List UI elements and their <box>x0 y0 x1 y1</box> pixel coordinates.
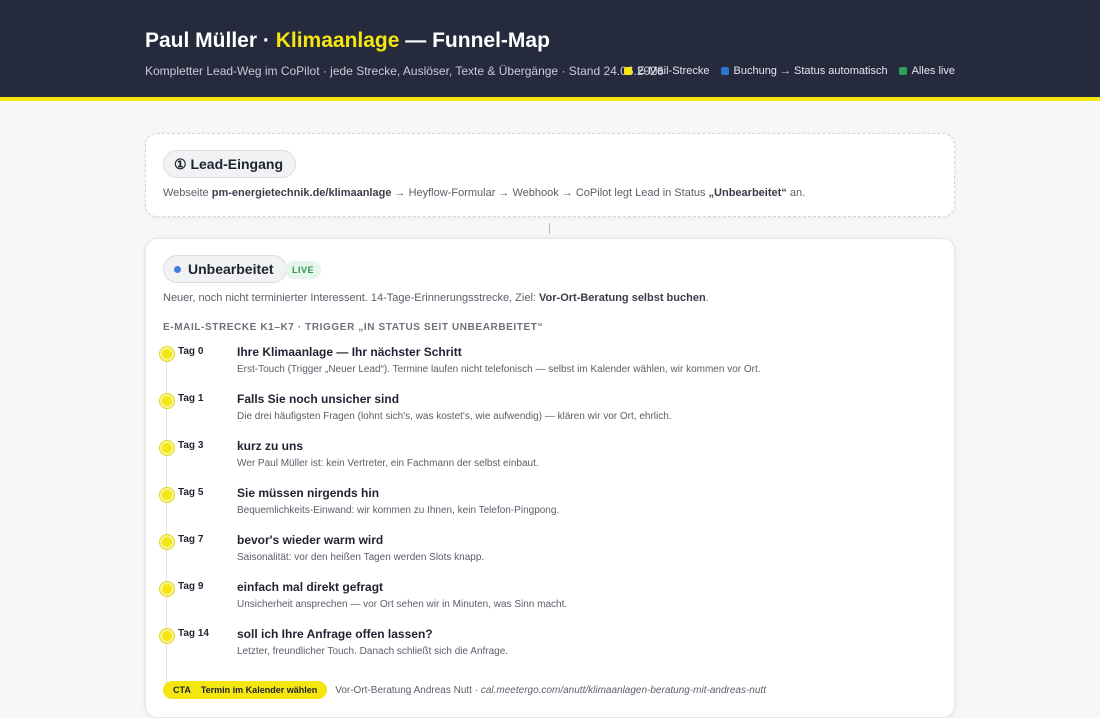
step-text: Saisonalität: vor den heißen Tagen werde… <box>237 552 485 563</box>
green-square-icon <box>898 67 907 75</box>
card-connector <box>549 223 550 234</box>
step-day: Tag 3 <box>178 440 204 451</box>
step-day: Tag 9 <box>178 581 204 592</box>
title-accent: Klimaanlage <box>275 29 400 52</box>
stage-title-label: Unbearbeitet <box>188 261 274 277</box>
step-text: Letzter, freundlicher Touch. Danach schl… <box>237 646 509 657</box>
legend-item-live: Alles live <box>898 65 955 77</box>
step-dot-icon <box>160 488 174 502</box>
sequence-label: E-MAIL-STRECKE K1–K7 · TRIGGER „IN STATU… <box>163 322 544 333</box>
timeline-step: Tag 14 soll ich Ihre Anfrage offen lasse… <box>160 625 943 669</box>
step-text: Die drei häufigsten Fragen (lohnt sich's… <box>237 411 672 422</box>
step-title: kurz zu uns <box>237 439 304 453</box>
step-day: Tag 5 <box>178 487 204 498</box>
step-title: soll ich Ihre Anfrage offen lassen? <box>237 627 433 641</box>
timeline-step: Tag 5 Sie müssen nirgends hin Bequemlich… <box>160 484 943 528</box>
lead-entry-card: ① Lead-Eingang Webseite pm-energietechni… <box>145 133 955 217</box>
blue-square-icon <box>720 67 729 75</box>
lead-entry-status: „Unbearbeitet“ <box>708 187 787 199</box>
step-text: Erst-Touch (Trigger „Neuer Lead“). Termi… <box>237 364 761 375</box>
step-dot-icon <box>160 394 174 408</box>
legend-label-email: E-Mail-Strecke <box>637 65 710 77</box>
timeline-step: Tag 3 kurz zu uns Wer Paul Müller ist: k… <box>160 437 943 481</box>
cta-description: Vor-Ort-Beratung Andreas Nutt · cal.meet… <box>335 685 766 696</box>
step-text: Bequemlichkeits-Einwand: wir kommen zu I… <box>237 505 560 516</box>
stage-goal: Vor-Ort-Beratung selbst buchen <box>539 292 706 304</box>
live-badge: LIVE <box>285 261 322 279</box>
step-dot-icon <box>160 582 174 596</box>
cta-row: CTA Termin im Kalender wählen Vor-Ort-Be… <box>163 681 766 699</box>
cta-text-prefix: Vor-Ort-Beratung Andreas Nutt · <box>335 684 481 696</box>
cta-tag: CTA <box>173 685 191 695</box>
title-name: Paul Müller · <box>145 29 270 52</box>
cta-link[interactable]: cal.meetergo.com/anutt/klimaanlagen-bera… <box>481 685 766 696</box>
page-header: Paul Müller · Klimaanlage — Funnel-Map K… <box>0 0 1100 101</box>
legend-label-booking: Buchung → Status automatisch <box>733 65 888 77</box>
legend-item-booking: Buchung → Status automatisch <box>720 65 888 77</box>
timeline-step: Tag 1 Falls Sie noch unsicher sind Die d… <box>160 390 943 434</box>
status-dot-icon <box>174 265 181 273</box>
step-title: bevor's wieder warm wird <box>237 533 384 547</box>
step-dot-icon <box>160 535 174 549</box>
step-title: Falls Sie noch unsicher sind <box>237 392 400 406</box>
lead-entry-description: Webseite pm-energietechnik.de/klimaanlag… <box>163 187 805 199</box>
lead-entry-desc-prefix: Webseite <box>163 187 212 199</box>
page-subtitle: Kompletter Lead-Weg im CoPilot · jede St… <box>145 64 664 78</box>
lead-entry-desc-middle: → Heyflow-Formular → Webhook → CoPilot l… <box>391 187 709 199</box>
timeline-step: Tag 0 Ihre Klimaanlage — Ihr nächster Sc… <box>160 343 943 387</box>
cta-booking-button[interactable]: CTA Termin im Kalender wählen <box>163 681 328 699</box>
title-suffix: — Funnel-Map <box>405 29 550 52</box>
stage-description: Neuer, noch nicht terminierter Interesse… <box>163 292 709 304</box>
step-day: Tag 7 <box>178 534 204 545</box>
step-dot-icon <box>160 347 174 361</box>
step-title: Ihre Klimaanlage — Ihr nächster Schritt <box>237 345 462 359</box>
step-title: Sie müssen nirgends hin <box>237 486 380 500</box>
step-day: Tag 14 <box>178 628 209 639</box>
lead-entry-desc-suffix: an. <box>786 187 806 199</box>
page-title: Paul Müller · Klimaanlage — Funnel-Map <box>145 29 550 53</box>
step-day: Tag 0 <box>178 346 204 357</box>
yellow-square-icon <box>624 67 633 75</box>
step-dot-icon <box>160 441 174 455</box>
cta-button-label: Termin im Kalender wählen <box>200 685 318 695</box>
stage-card-unbearbeitet: Unbearbeitet LIVE Neuer, noch nicht term… <box>145 238 955 718</box>
step-text: Unsicherheit ansprechen — vor Ort sehen … <box>237 599 568 610</box>
stage-title: Unbearbeitet <box>163 255 287 283</box>
step-day: Tag 1 <box>178 393 204 404</box>
stage-desc-suffix: . <box>705 292 709 304</box>
stage-desc-prefix: Neuer, noch nicht terminierter Interesse… <box>163 292 540 304</box>
step-dot-icon <box>160 629 174 643</box>
timeline-step: Tag 9 einfach mal direkt gefragt Unsiche… <box>160 578 943 622</box>
legend-item-email: E-Mail-Strecke <box>624 65 710 77</box>
step-title: einfach mal direkt gefragt <box>237 580 384 594</box>
step-text: Wer Paul Müller ist: kein Vertreter, ein… <box>237 458 539 469</box>
legend: E-Mail-Strecke Buchung → Status automati… <box>624 65 955 77</box>
timeline-step: Tag 7 bevor's wieder warm wird Saisonali… <box>160 531 943 575</box>
lead-entry-domain: pm-energietechnik.de/klimaanlage <box>211 187 392 199</box>
lead-entry-title: ① Lead-Eingang <box>163 150 296 178</box>
legend-label-live: Alles live <box>911 65 955 77</box>
